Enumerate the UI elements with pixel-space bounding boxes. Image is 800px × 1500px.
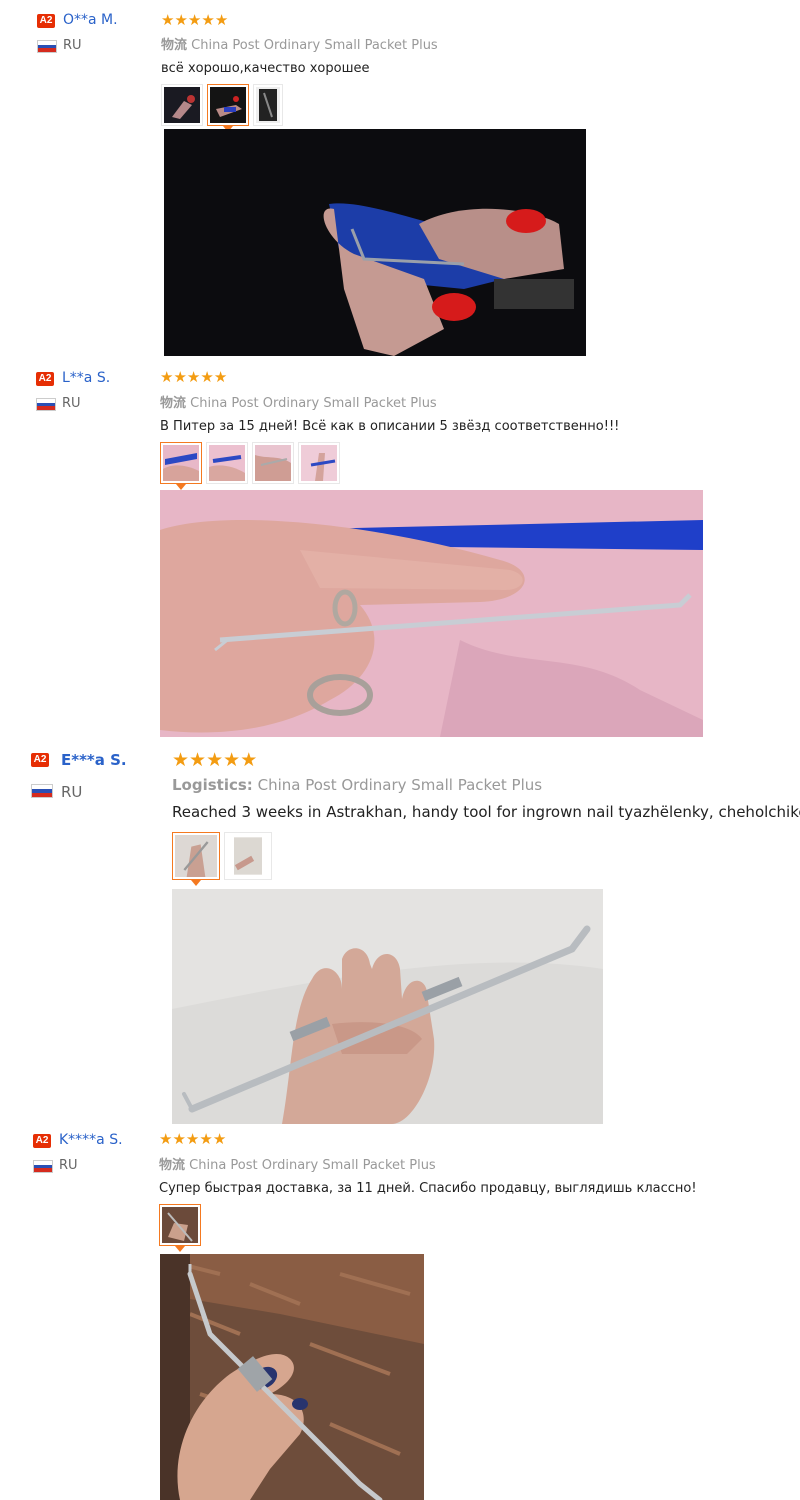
star-icon: ★	[174, 12, 188, 29]
logistics-line: 物流 China Post Ordinary Small Packet Plus	[161, 34, 438, 53]
review-thumbnail[interactable]	[224, 832, 272, 880]
star-icon: ★	[189, 750, 207, 771]
rating-stars: ★★★★★	[159, 1132, 697, 1147]
star-icon: ★	[206, 750, 224, 771]
russia-flag-icon	[36, 398, 56, 411]
review-thumbnail-selected[interactable]	[172, 832, 220, 886]
buyer-level-badge: A2	[31, 753, 49, 767]
logistics-line: Logistics: China Post Ordinary Small Pac…	[172, 776, 800, 794]
logistics-label: 物流	[161, 38, 188, 53]
star-icon: ★	[187, 12, 202, 29]
review-comment: всё хорошо,качество хорошее	[161, 61, 370, 76]
thumbnail-strip	[172, 832, 800, 886]
reviewer-country: RU	[59, 1158, 78, 1173]
star-icon: ★	[212, 1131, 227, 1148]
reviewer-country: RU	[63, 38, 82, 53]
buyer-level-badge: A2	[37, 14, 55, 28]
selected-indicator	[191, 880, 201, 886]
buyer-level-badge: A2	[36, 372, 54, 386]
review-thumbnail-selected[interactable]	[160, 442, 202, 490]
review-thumbnail[interactable]	[206, 442, 248, 484]
review-comment: В Питер за 15 дней! Всё как в описании 5…	[160, 419, 620, 434]
star-icon: ★	[173, 369, 187, 386]
star-icon: ★	[240, 750, 258, 771]
russia-flag-icon	[31, 784, 53, 798]
thumbnail-strip	[160, 442, 619, 490]
reviewer-country: RU	[61, 783, 83, 801]
star-icon: ★	[186, 369, 201, 386]
reviewer-name[interactable]: L**a S.	[62, 370, 110, 386]
review-thumbnail[interactable]	[161, 84, 203, 126]
thumbnail-strip	[161, 84, 438, 132]
logistics-value: China Post Ordinary Small Packet Plus	[257, 776, 543, 794]
review-photo[interactable]	[160, 490, 703, 737]
review-thumbnail-selected[interactable]	[207, 84, 249, 132]
thumbnail-strip	[159, 1204, 697, 1252]
star-icon: ★	[160, 369, 174, 386]
russia-flag-icon	[33, 1160, 53, 1173]
reviewer-name[interactable]: E***a S.	[61, 751, 127, 769]
star-icon: ★	[159, 1131, 173, 1148]
buyer-level-badge: A2	[33, 1134, 51, 1148]
star-icon: ★	[223, 750, 241, 771]
logistics-value: China Post Ordinary Small Packet Plus	[190, 396, 437, 411]
rating-stars: ★★★★★	[160, 370, 619, 385]
star-icon: ★	[214, 12, 229, 29]
reviewer-name[interactable]: K****a S.	[59, 1132, 123, 1148]
review-comment: Reached 3 weeks in Astrakhan, handy tool…	[172, 803, 800, 821]
review-thumbnail[interactable]	[253, 84, 283, 126]
star-icon: ★	[172, 1131, 186, 1148]
review-thumbnail-selected[interactable]	[159, 1204, 201, 1252]
rating-stars: ★★★★★	[161, 13, 438, 28]
reviewer-name[interactable]: O**a M.	[63, 12, 118, 28]
star-icon: ★	[185, 1131, 200, 1148]
logistics-label: Logistics:	[172, 776, 253, 794]
review-comment: Супер быстрая доставка, за 11 дней. Спас…	[159, 1181, 697, 1196]
logistics-line: 物流 China Post Ordinary Small Packet Plus	[160, 392, 619, 411]
review-photo[interactable]	[164, 129, 586, 356]
logistics-value: China Post Ordinary Small Packet Plus	[191, 38, 438, 53]
logistics-line: 物流 China Post Ordinary Small Packet Plus	[159, 1154, 697, 1173]
review-thumbnail[interactable]	[298, 442, 340, 484]
star-icon: ★	[201, 12, 215, 29]
star-icon: ★	[172, 750, 190, 771]
russia-flag-icon	[37, 40, 57, 53]
star-icon: ★	[199, 1131, 213, 1148]
logistics-label: 物流	[160, 396, 187, 411]
star-icon: ★	[200, 369, 214, 386]
review-photo[interactable]	[172, 889, 603, 1124]
reviewer-country: RU	[62, 396, 81, 411]
review-photo[interactable]	[160, 1254, 424, 1500]
star-icon: ★	[213, 369, 228, 386]
star-icon: ★	[161, 12, 175, 29]
logistics-value: China Post Ordinary Small Packet Plus	[189, 1158, 436, 1173]
logistics-label: 物流	[159, 1158, 186, 1173]
rating-stars: ★★★★★	[172, 751, 800, 770]
review-thumbnail[interactable]	[252, 442, 294, 484]
selected-indicator	[175, 1246, 185, 1252]
